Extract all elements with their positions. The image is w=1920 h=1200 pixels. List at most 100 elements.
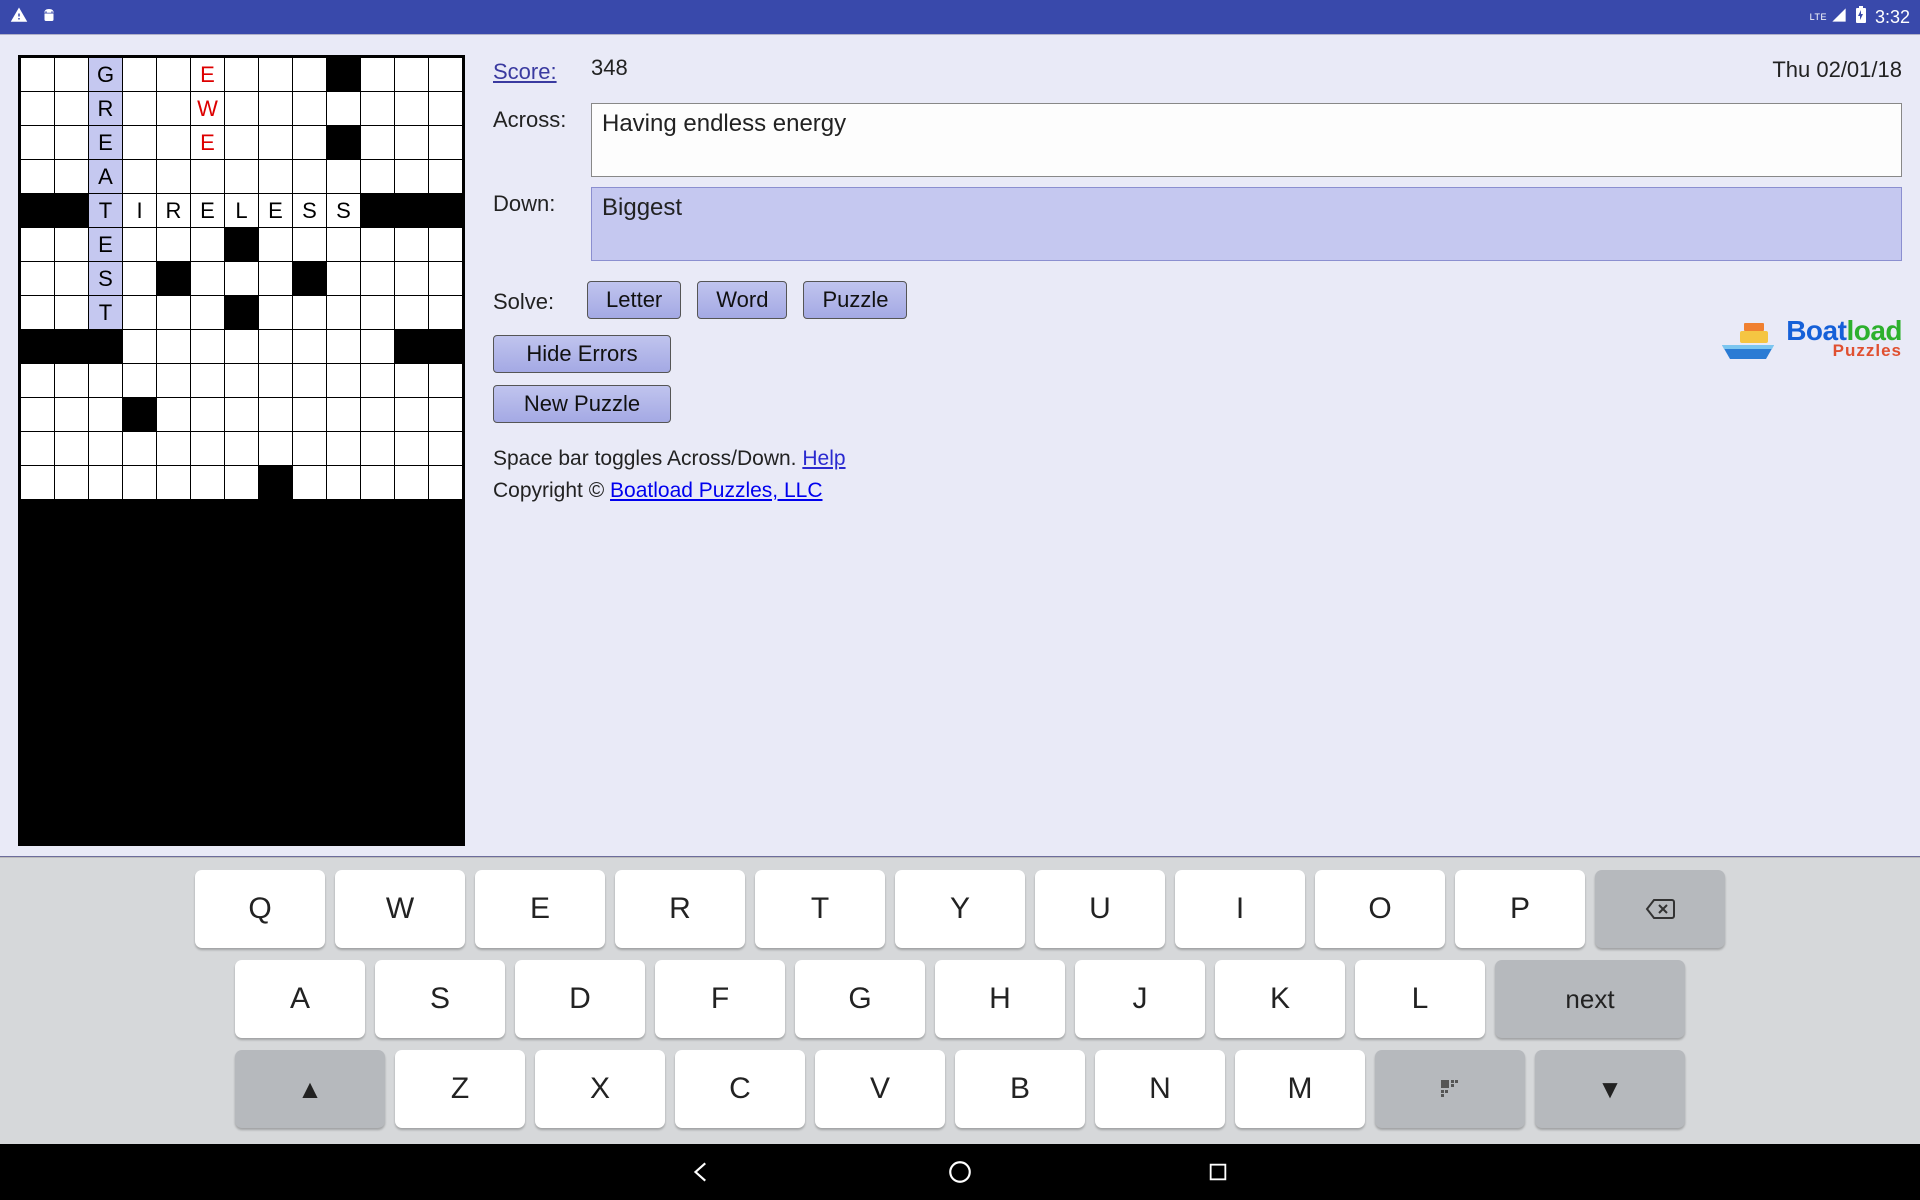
key-j[interactable]: J [1075, 960, 1205, 1038]
grid-cell[interactable] [225, 160, 259, 194]
grid-cell[interactable] [21, 296, 55, 330]
grid-cell[interactable] [429, 432, 463, 466]
grid-cell[interactable] [157, 364, 191, 398]
grid-cell[interactable] [191, 296, 225, 330]
grid-cell[interactable] [361, 432, 395, 466]
grid-cell[interactable] [89, 398, 123, 432]
grid-cell[interactable] [293, 228, 327, 262]
grid-cell[interactable] [55, 126, 89, 160]
grid-cell[interactable]: E [191, 194, 225, 228]
grid-cell[interactable] [361, 228, 395, 262]
grid-cell[interactable] [293, 296, 327, 330]
key-x[interactable]: X [535, 1050, 665, 1128]
grid-cell[interactable] [191, 262, 225, 296]
solve-puzzle-button[interactable]: Puzzle [803, 281, 907, 319]
grid-cell[interactable] [259, 126, 293, 160]
grid-cell[interactable] [191, 228, 225, 262]
grid-cell[interactable] [21, 432, 55, 466]
grid-cell[interactable] [225, 330, 259, 364]
key-hide-keyboard[interactable]: ▼ [1535, 1050, 1685, 1128]
key-q[interactable]: Q [195, 870, 325, 948]
grid-cell[interactable] [55, 262, 89, 296]
key-next[interactable]: next [1495, 960, 1685, 1038]
grid-cell[interactable] [21, 126, 55, 160]
grid-cell[interactable] [225, 92, 259, 126]
grid-cell[interactable] [259, 364, 293, 398]
grid-cell[interactable] [157, 160, 191, 194]
grid-cell[interactable]: T [89, 296, 123, 330]
grid-cell[interactable] [395, 364, 429, 398]
key-shift[interactable]: ▲ [235, 1050, 385, 1128]
key-h[interactable]: H [935, 960, 1065, 1038]
key-k[interactable]: K [1215, 960, 1345, 1038]
grid-cell[interactable] [123, 262, 157, 296]
grid-cell[interactable] [361, 58, 395, 92]
key-z[interactable]: Z [395, 1050, 525, 1128]
grid-cell[interactable] [55, 58, 89, 92]
key-emoji[interactable] [1375, 1050, 1525, 1128]
grid-cell[interactable] [327, 466, 361, 500]
grid-cell[interactable] [21, 398, 55, 432]
grid-cell[interactable] [225, 364, 259, 398]
grid-cell[interactable] [259, 330, 293, 364]
grid-cell[interactable]: E [259, 194, 293, 228]
grid-cell[interactable] [225, 398, 259, 432]
grid-cell[interactable] [225, 432, 259, 466]
grid-cell[interactable] [395, 296, 429, 330]
grid-cell[interactable] [89, 466, 123, 500]
grid-cell[interactable]: S [89, 262, 123, 296]
grid-cell[interactable] [89, 364, 123, 398]
grid-cell[interactable] [429, 92, 463, 126]
key-c[interactable]: C [675, 1050, 805, 1128]
grid-cell[interactable] [191, 398, 225, 432]
grid-cell[interactable] [259, 296, 293, 330]
key-n[interactable]: N [1095, 1050, 1225, 1128]
new-puzzle-button[interactable]: New Puzzle [493, 385, 671, 423]
grid-cell[interactable] [429, 228, 463, 262]
grid-cell[interactable] [327, 92, 361, 126]
grid-cell[interactable] [327, 228, 361, 262]
grid-cell[interactable]: E [89, 228, 123, 262]
grid-cell[interactable] [293, 466, 327, 500]
grid-cell[interactable] [293, 92, 327, 126]
score-label[interactable]: Score: [493, 55, 573, 85]
key-p[interactable]: P [1455, 870, 1585, 948]
grid-cell[interactable] [327, 160, 361, 194]
grid-cell[interactable] [429, 296, 463, 330]
grid-cell[interactable]: E [191, 58, 225, 92]
grid-cell[interactable] [191, 160, 225, 194]
across-clue-box[interactable]: Having endless energy [591, 103, 1902, 177]
key-g[interactable]: G [795, 960, 925, 1038]
grid-cell[interactable] [157, 228, 191, 262]
grid-cell[interactable] [55, 228, 89, 262]
grid-cell[interactable] [191, 432, 225, 466]
copyright-link[interactable]: Boatload Puzzles, LLC [610, 479, 822, 502]
key-backspace[interactable] [1595, 870, 1725, 948]
grid-cell[interactable] [259, 160, 293, 194]
grid-cell[interactable] [395, 126, 429, 160]
grid-cell[interactable] [293, 330, 327, 364]
key-i[interactable]: I [1175, 870, 1305, 948]
grid-cell[interactable] [361, 330, 395, 364]
grid-cell[interactable] [21, 364, 55, 398]
grid-cell[interactable] [429, 466, 463, 500]
grid-cell[interactable]: R [157, 194, 191, 228]
key-y[interactable]: Y [895, 870, 1025, 948]
back-button[interactable] [688, 1158, 716, 1186]
key-s[interactable]: S [375, 960, 505, 1038]
grid-cell[interactable] [327, 262, 361, 296]
grid-cell[interactable] [395, 262, 429, 296]
key-r[interactable]: R [615, 870, 745, 948]
grid-cell[interactable]: E [89, 126, 123, 160]
grid-cell[interactable] [327, 398, 361, 432]
grid-cell[interactable] [225, 58, 259, 92]
grid-cell[interactable] [225, 466, 259, 500]
key-e[interactable]: E [475, 870, 605, 948]
grid-cell[interactable] [293, 432, 327, 466]
grid-cell[interactable] [123, 466, 157, 500]
grid-cell[interactable] [157, 58, 191, 92]
solve-letter-button[interactable]: Letter [587, 281, 681, 319]
grid-cell[interactable] [123, 126, 157, 160]
grid-cell[interactable] [361, 364, 395, 398]
grid-cell[interactable] [55, 466, 89, 500]
